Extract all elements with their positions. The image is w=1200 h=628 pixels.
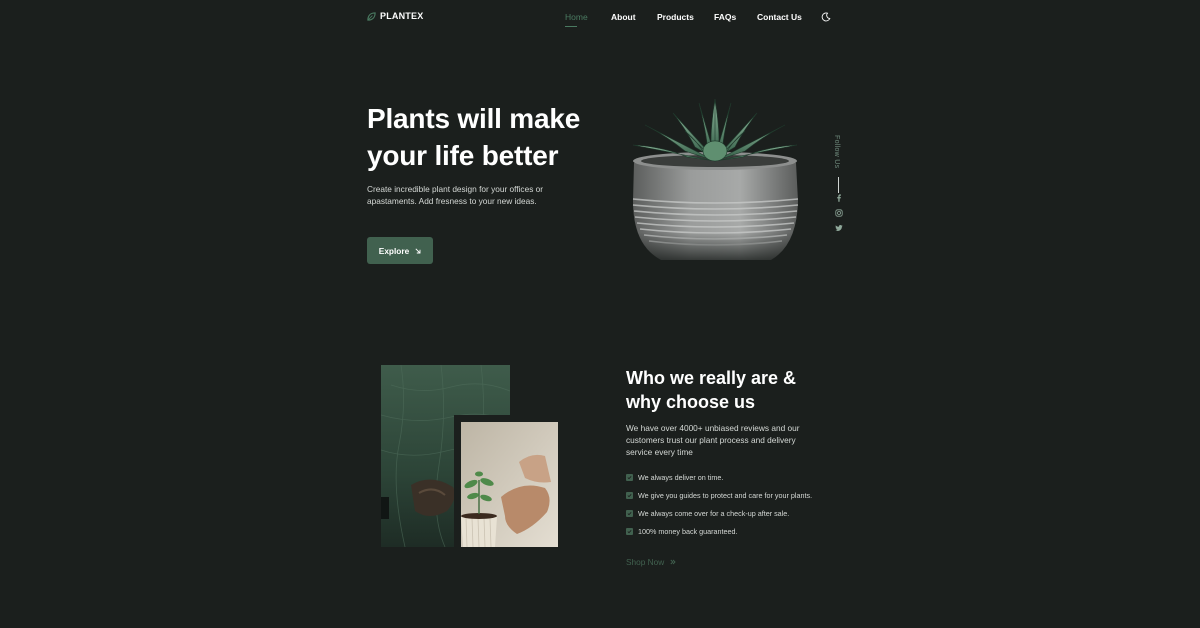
leaf-icon — [367, 11, 376, 21]
nav-home[interactable]: Home — [565, 12, 588, 22]
nav-faqs[interactable]: FAQs — [714, 12, 736, 22]
shop-now-label: Shop Now — [626, 557, 665, 567]
checklist-item: We always come over for a check-up after… — [626, 509, 789, 518]
brand-name: PLANTEX — [380, 11, 424, 21]
checklist-item-text: We always deliver on time. — [638, 473, 724, 482]
about-title-line-2: why choose us — [626, 392, 756, 412]
shop-now-link[interactable]: Shop Now — [626, 557, 676, 567]
checklist-item: We always deliver on time. — [626, 473, 723, 482]
instagram-icon[interactable] — [835, 209, 843, 217]
moon-icon[interactable] — [821, 12, 831, 22]
checklist-item: 100% money back guaranteed. — [626, 527, 738, 536]
about-description: We have over 4000+ unbiased reviews and … — [626, 423, 800, 458]
nav-products[interactable]: Products — [657, 12, 694, 22]
follow-us-label: Follow Us — [833, 135, 840, 169]
nav-active-indicator — [565, 26, 577, 27]
about-title: Who we really are & why choose us — [626, 366, 836, 414]
explore-button[interactable]: Explore — [367, 237, 433, 264]
hero-title: Plants will make your life better — [367, 100, 627, 174]
hero-title-line-2: your life better — [367, 140, 559, 171]
twitter-icon[interactable] — [835, 224, 843, 232]
double-chevron-right-icon — [670, 559, 676, 565]
hero-title-line-1: Plants will make — [367, 103, 581, 134]
arrow-down-right-icon — [415, 247, 421, 253]
checklist-item-text: We always come over for a check-up after… — [638, 509, 790, 518]
explore-button-label: Explore — [378, 245, 410, 256]
about-image-front — [454, 415, 558, 547]
potted-seedling-image — [461, 422, 558, 547]
about-title-line-1: Who we really are & — [626, 368, 797, 388]
facebook-icon[interactable] — [835, 194, 843, 202]
nav-contact-us[interactable]: Contact Us — [757, 12, 802, 22]
hero-description: Create incredible plant design for your … — [367, 184, 544, 207]
follow-us-bar: Follow Us — [832, 135, 846, 235]
succulent-plant-image — [625, 98, 805, 267]
check-icon — [626, 492, 633, 499]
follow-divider — [838, 177, 839, 193]
checklist-item-text: 100% money back guaranteed. — [638, 527, 738, 536]
nav-about[interactable]: About — [611, 12, 636, 22]
checklist-item-text: We give you guides to protect and care f… — [638, 491, 813, 500]
check-icon — [626, 510, 633, 517]
site-header: PLANTEX Home About Products FAQs Contact… — [0, 0, 1200, 36]
check-icon — [626, 474, 633, 481]
brand-logo[interactable]: PLANTEX — [367, 11, 423, 21]
checklist-item: We give you guides to protect and care f… — [626, 491, 812, 500]
check-icon — [626, 528, 633, 535]
